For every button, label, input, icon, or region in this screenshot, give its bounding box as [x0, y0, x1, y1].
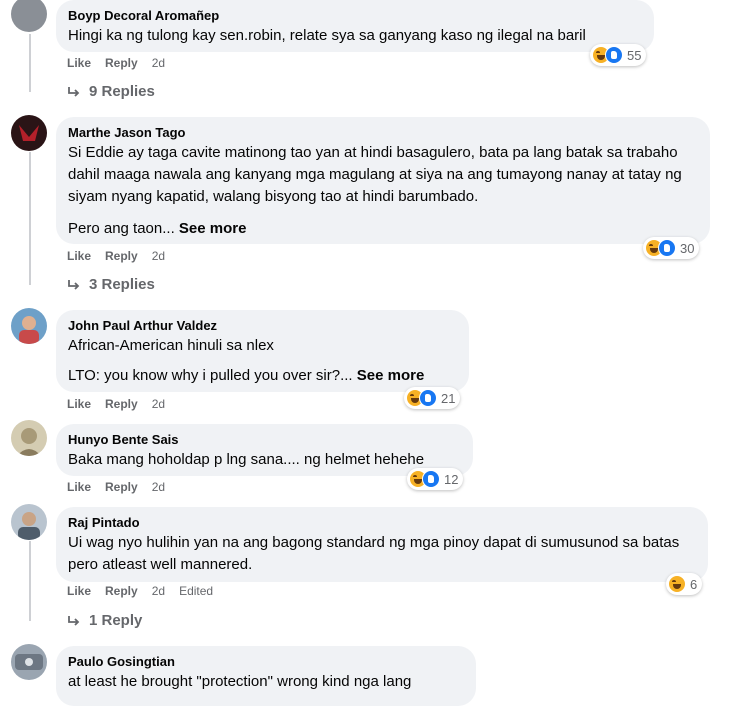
reply-button[interactable]: Reply: [105, 249, 138, 263]
reaction-summary[interactable]: 30: [643, 237, 700, 259]
avatar[interactable]: [11, 420, 47, 456]
comment-text: Ui wag nyo hulihin yan na ang bagong sta…: [68, 532, 696, 576]
truncated-text: Pero ang taon...: [68, 220, 175, 237]
like-icon: [422, 470, 440, 488]
edited-label: Edited: [179, 584, 214, 598]
reaction-summary[interactable]: 12: [407, 468, 464, 490]
replies-count-label: 9 Replies: [89, 83, 155, 100]
reaction-summary[interactable]: 55: [590, 44, 647, 66]
avatar-image: [17, 428, 41, 456]
reply-arrow-icon: [68, 86, 80, 97]
replies-count-label: 3 Replies: [89, 276, 155, 293]
reaction-count: 55: [627, 47, 642, 63]
avatar[interactable]: [11, 504, 47, 540]
comment-paragraph: at least he brought "protection" wrong k…: [68, 673, 412, 690]
haha-icon: [668, 575, 686, 593]
reply-button[interactable]: Reply: [105, 480, 138, 494]
avatar[interactable]: [11, 644, 47, 680]
thread-line: [29, 152, 31, 285]
comment-paragraph: Baka mang hoholdap p lng sana.... ng hel…: [68, 451, 425, 468]
avatar-image: [19, 125, 39, 141]
comment-timestamp[interactable]: 2d: [152, 584, 165, 598]
thread-line: [29, 34, 31, 92]
comment-author[interactable]: Hunyo Bente Sais: [68, 431, 461, 448]
comment-author[interactable]: Paulo Gosingtian: [68, 653, 464, 670]
reply-button[interactable]: Reply: [105, 56, 138, 70]
like-icon: [658, 239, 676, 257]
reply-arrow-icon: [68, 279, 80, 290]
see-more-link[interactable]: See more: [357, 367, 425, 384]
comment-bubble: Marthe Jason Tago Si Eddie ay taga cavit…: [56, 117, 710, 244]
comment-bubble: Hunyo Bente Sais Baka mang hoholdap p ln…: [56, 424, 473, 476]
view-replies-link[interactable]: 9 Replies: [67, 83, 155, 100]
avatar-image: [15, 654, 43, 670]
comment-bubble: Paulo Gosingtian at least he brought "pr…: [56, 646, 476, 706]
avatar-image: [19, 316, 39, 344]
avatar[interactable]: [11, 115, 47, 151]
reaction-count: 30: [680, 240, 695, 256]
comment-paragraph: Si Eddie ay taga cavite matinong tao yan…: [68, 144, 682, 205]
like-button[interactable]: Like: [67, 397, 91, 411]
comment-author[interactable]: Marthe Jason Tago: [68, 124, 698, 141]
comment-author[interactable]: John Paul Arthur Valdez: [68, 317, 457, 334]
reaction-count: 21: [441, 390, 456, 406]
comment-actions: Like Reply 2d: [67, 249, 165, 263]
avatar[interactable]: [11, 308, 47, 344]
replies-count-label: 1 Reply: [89, 612, 143, 629]
thread-line: [29, 541, 31, 621]
comment-text: Si Eddie ay taga cavite matinong tao yan…: [68, 142, 698, 240]
comment-bubble: Boyp Decoral Aromañep Hingi ka ng tulong…: [56, 0, 654, 52]
reply-button[interactable]: Reply: [105, 584, 138, 598]
truncated-text: LTO: you know why i pulled you over sir?…: [68, 367, 353, 384]
reply-arrow-icon: [68, 615, 80, 626]
view-replies-link[interactable]: 3 Replies: [67, 276, 155, 293]
comment-timestamp[interactable]: 2d: [152, 56, 165, 70]
comment-bubble: John Paul Arthur Valdez African-American…: [56, 310, 469, 392]
view-replies-link[interactable]: 1 Reply: [67, 612, 142, 629]
comment-actions: Like Reply 2d: [67, 56, 165, 70]
comment-paragraph-truncated: LTO: you know why i pulled you over sir?…: [68, 365, 457, 387]
reply-button[interactable]: Reply: [105, 397, 138, 411]
avatar[interactable]: [11, 0, 47, 32]
comment-text: at least he brought "protection" wrong k…: [68, 671, 464, 693]
reaction-summary[interactable]: 6: [666, 573, 703, 595]
like-button[interactable]: Like: [67, 56, 91, 70]
like-button[interactable]: Like: [67, 584, 91, 598]
comment-actions: Like Reply 2d: [67, 397, 165, 411]
like-button[interactable]: Like: [67, 480, 91, 494]
comment-paragraph: Ui wag nyo hulihin yan na ang bagong sta…: [68, 534, 680, 573]
comment-text: Hingi ka ng tulong kay sen.robin, relate…: [68, 25, 642, 47]
comment-actions: Like Reply 2d: [67, 480, 165, 494]
comment-paragraph: African-American hinuli sa nlex: [68, 337, 274, 354]
comment-author[interactable]: Boyp Decoral Aromañep: [68, 7, 642, 24]
avatar-image: [18, 512, 40, 540]
comment-timestamp[interactable]: 2d: [152, 397, 165, 411]
comment-text: Baka mang hoholdap p lng sana.... ng hel…: [68, 449, 461, 471]
comment-actions: Like Reply 2d Edited: [67, 584, 213, 598]
like-icon: [605, 46, 623, 64]
see-more-link[interactable]: See more: [179, 220, 247, 237]
comment-bubble: Raj Pintado Ui wag nyo hulihin yan na an…: [56, 507, 708, 582]
reaction-count: 6: [690, 576, 698, 592]
like-button[interactable]: Like: [67, 249, 91, 263]
comment-paragraph-truncated: Pero ang taon... See more: [68, 218, 698, 240]
comment-timestamp[interactable]: 2d: [152, 480, 165, 494]
reaction-summary[interactable]: 21: [404, 387, 461, 409]
reaction-count: 12: [444, 471, 459, 487]
comment-paragraph: Hingi ka ng tulong kay sen.robin, relate…: [68, 27, 586, 44]
comment-timestamp[interactable]: 2d: [152, 249, 165, 263]
comment-author[interactable]: Raj Pintado: [68, 514, 696, 531]
like-icon: [419, 389, 437, 407]
comment-text: African-American hinuli sa nlex LTO: you…: [68, 335, 457, 387]
